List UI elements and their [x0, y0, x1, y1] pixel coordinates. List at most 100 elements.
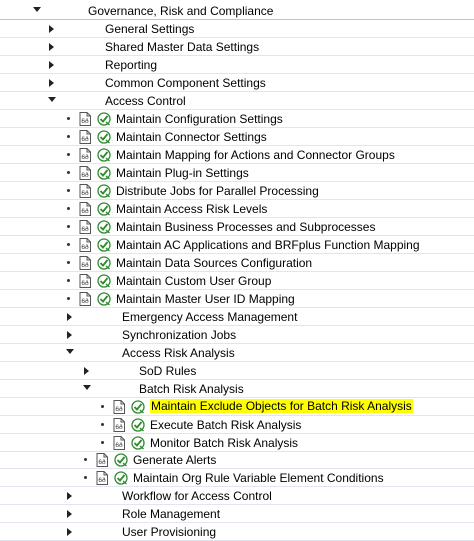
- documentation-icon[interactable]: 6ð: [79, 112, 91, 126]
- collapsed-arrow-icon[interactable]: [48, 61, 56, 69]
- activity-generate-alerts[interactable]: 6ð Generate Alerts: [0, 451, 474, 469]
- activity-item[interactable]: 6ð Maintain Custom User Group: [0, 272, 474, 290]
- svg-text:6ð: 6ð: [81, 153, 89, 161]
- activity-item[interactable]: 6ð Maintain Access Risk Levels: [0, 200, 474, 218]
- bullet-icon: [84, 476, 87, 479]
- tree-label: Maintain Mapping for Actions and Connect…: [116, 148, 395, 162]
- tree-label: Maintain Access Risk Levels: [116, 202, 268, 216]
- execute-activity-icon[interactable]: [97, 112, 111, 126]
- batch-activity-item[interactable]: 6ð Monitor Batch Risk Analysis: [0, 434, 474, 452]
- tree-label: Monitor Batch Risk Analysis: [150, 436, 299, 450]
- svg-text:6ð: 6ð: [98, 458, 106, 466]
- collapsed-arrow-icon[interactable]: [83, 367, 91, 375]
- execute-activity-icon[interactable]: [131, 436, 145, 450]
- expanded-arrow-icon[interactable]: [83, 384, 91, 392]
- img-tree: Governance, Risk and Compliance General …: [0, 0, 474, 541]
- tree-node-user-provisioning[interactable]: User Provisioning: [0, 523, 474, 541]
- batch-activity-item[interactable]: 6ð Maintain Exclude Objects for Batch Ris…: [0, 398, 474, 416]
- tree-node-role-management[interactable]: Role Management: [0, 505, 474, 523]
- bullet-icon: [101, 423, 104, 426]
- execute-activity-icon[interactable]: [97, 184, 111, 198]
- execute-activity-icon[interactable]: [97, 238, 111, 252]
- tree-node-grc[interactable]: Governance, Risk and Compliance: [0, 2, 474, 20]
- bullet-icon: [67, 243, 70, 246]
- tree-label: Role Management: [122, 507, 221, 521]
- activity-org-rule-conditions[interactable]: 6ð Maintain Org Rule Variable Element Con…: [0, 469, 474, 487]
- bullet-icon: [67, 297, 70, 300]
- collapsed-arrow-icon[interactable]: [66, 510, 74, 518]
- documentation-icon[interactable]: 6ð: [79, 274, 91, 288]
- documentation-icon[interactable]: 6ð: [79, 220, 91, 234]
- expanded-arrow-icon[interactable]: [48, 96, 56, 104]
- bullet-icon: [67, 225, 70, 228]
- tree-label: Maintain Custom User Group: [116, 274, 272, 288]
- tree-node-sod-rules[interactable]: SoD Rules: [0, 362, 474, 380]
- tree-node-shared-master-data[interactable]: Shared Master Data Settings: [0, 38, 474, 56]
- documentation-icon[interactable]: 6ð: [79, 238, 91, 252]
- documentation-icon[interactable]: 6ð: [79, 202, 91, 216]
- activity-item[interactable]: 6ð Maintain Plug-in Settings: [0, 164, 474, 182]
- tree-node-access-risk-analysis[interactable]: Access Risk Analysis: [0, 344, 474, 362]
- tree-label: Maintain Configuration Settings: [116, 112, 283, 126]
- activity-item[interactable]: 6ð Maintain Master User ID Mapping: [0, 290, 474, 308]
- tree-label: Access Control: [105, 94, 186, 108]
- expanded-arrow-icon[interactable]: [66, 348, 74, 356]
- documentation-icon[interactable]: 6ð: [79, 292, 91, 306]
- batch-activity-item[interactable]: 6ð Execute Batch Risk Analysis: [0, 416, 474, 434]
- documentation-icon[interactable]: 6ð: [79, 130, 91, 144]
- execute-activity-icon[interactable]: [97, 202, 111, 216]
- svg-text:6ð: 6ð: [81, 225, 89, 233]
- collapsed-arrow-icon[interactable]: [48, 79, 56, 87]
- execute-activity-icon[interactable]: [97, 148, 111, 162]
- tree-node-emergency-access[interactable]: Emergency Access Management: [0, 308, 474, 326]
- execute-activity-icon[interactable]: [97, 220, 111, 234]
- activity-item[interactable]: 6ð Maintain Data Sources Configuration: [0, 254, 474, 272]
- collapsed-arrow-icon[interactable]: [66, 528, 74, 536]
- activity-item[interactable]: 6ð Maintain Configuration Settings: [0, 110, 474, 128]
- tree-node-reporting[interactable]: Reporting: [0, 56, 474, 74]
- collapsed-arrow-icon[interactable]: [48, 43, 56, 51]
- documentation-icon[interactable]: 6ð: [96, 453, 108, 467]
- execute-activity-icon[interactable]: [97, 130, 111, 144]
- tree-label: Generate Alerts: [133, 453, 217, 467]
- activity-item[interactable]: 6ð Distribute Jobs for Parallel Processin…: [0, 182, 474, 200]
- documentation-icon[interactable]: 6ð: [79, 166, 91, 180]
- tree-node-synchronization-jobs[interactable]: Synchronization Jobs: [0, 326, 474, 344]
- svg-text:6ð: 6ð: [81, 243, 89, 251]
- execute-activity-icon[interactable]: [97, 256, 111, 270]
- execute-activity-icon[interactable]: [97, 292, 111, 306]
- collapsed-arrow-icon[interactable]: [66, 313, 74, 321]
- tree-node-batch-risk-analysis[interactable]: Batch Risk Analysis: [0, 380, 474, 398]
- activity-item[interactable]: 6ð Maintain Business Processes and Subpro…: [0, 218, 474, 236]
- tree-node-workflow[interactable]: Workflow for Access Control: [0, 487, 474, 505]
- documentation-icon[interactable]: 6ð: [96, 471, 108, 485]
- collapsed-arrow-icon[interactable]: [66, 331, 74, 339]
- execute-activity-icon[interactable]: [131, 400, 145, 414]
- execute-activity-icon[interactable]: [114, 453, 128, 467]
- activity-item[interactable]: 6ð Maintain Connector Settings: [0, 128, 474, 146]
- bullet-icon: [84, 458, 87, 461]
- documentation-icon[interactable]: 6ð: [113, 400, 125, 414]
- documentation-icon[interactable]: 6ð: [79, 148, 91, 162]
- execute-activity-icon[interactable]: [131, 418, 145, 432]
- execute-activity-icon[interactable]: [97, 274, 111, 288]
- collapsed-arrow-icon[interactable]: [66, 492, 74, 500]
- execute-activity-icon[interactable]: [114, 471, 128, 485]
- documentation-icon[interactable]: 6ð: [113, 436, 125, 450]
- activity-item[interactable]: 6ð Maintain Mapping for Actions and Conne…: [0, 146, 474, 164]
- documentation-icon[interactable]: 6ð: [79, 256, 91, 270]
- tree-node-general-settings[interactable]: General Settings: [0, 20, 474, 38]
- svg-text:6ð: 6ð: [81, 117, 89, 125]
- activity-item[interactable]: 6ð Maintain AC Applications and BRFplus F…: [0, 236, 474, 254]
- documentation-icon[interactable]: 6ð: [113, 418, 125, 432]
- svg-text:6ð: 6ð: [81, 207, 89, 215]
- execute-activity-icon[interactable]: [97, 166, 111, 180]
- svg-text:6ð: 6ð: [81, 279, 89, 287]
- tree-node-common-component[interactable]: Common Component Settings: [0, 74, 474, 92]
- svg-text:6ð: 6ð: [81, 189, 89, 197]
- documentation-icon[interactable]: 6ð: [79, 184, 91, 198]
- collapsed-arrow-icon[interactable]: [48, 25, 56, 33]
- expanded-arrow-icon[interactable]: [33, 6, 41, 14]
- tree-node-access-control[interactable]: Access Control: [0, 92, 474, 110]
- tree-label: Access Risk Analysis: [122, 346, 235, 360]
